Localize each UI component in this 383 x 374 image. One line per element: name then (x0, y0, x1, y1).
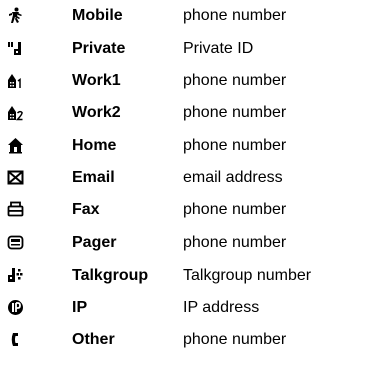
list-item-ip: IP IP address (0, 296, 383, 320)
entry-value: phone number (183, 331, 287, 348)
entry-value: Private ID (183, 40, 254, 57)
private-icon (7, 40, 24, 57)
list-item-home: Home phone number (0, 134, 383, 158)
list-item-email: Email email address (0, 166, 383, 190)
entry-value: phone number (183, 234, 287, 251)
entry-label: Email (72, 169, 115, 186)
entry-label: Talkgroup (72, 267, 149, 284)
talkgroup-icon (7, 267, 24, 284)
list-item-private: Private Private ID (0, 37, 383, 61)
fax-icon (7, 201, 24, 218)
list-item-fax: Fax phone number (0, 198, 383, 222)
list-item-other: Other phone number (0, 328, 383, 352)
work2-icon (7, 104, 24, 121)
entry-value: phone number (183, 104, 287, 121)
list-item-work2: Work2 phone number (0, 101, 383, 125)
entry-value: phone number (183, 72, 287, 89)
entry-label: Fax (72, 201, 100, 218)
entry-label: Work1 (72, 72, 121, 89)
entry-value: phone number (183, 201, 287, 218)
mobile-icon (7, 7, 24, 24)
entry-label: Private (72, 40, 126, 57)
contact-type-list: Mobile phone number Private Private ID W… (0, 0, 383, 374)
ip-icon (7, 299, 24, 316)
entry-value: phone number (183, 137, 287, 154)
email-icon (7, 169, 24, 186)
entry-label: Other (72, 331, 115, 348)
entry-value: phone number (183, 7, 287, 24)
entry-label: Mobile (72, 7, 123, 24)
other-icon (7, 331, 24, 348)
pager-icon (7, 234, 24, 251)
entry-label: Pager (72, 234, 117, 251)
home-icon (7, 137, 24, 154)
entry-label: Home (72, 137, 117, 154)
entry-label: IP (72, 299, 88, 316)
list-item-mobile: Mobile phone number (0, 4, 383, 28)
work1-icon (7, 72, 24, 89)
entry-label: Work2 (72, 104, 121, 121)
entry-value: email address (183, 169, 283, 186)
list-item-pager: Pager phone number (0, 231, 383, 255)
list-item-talkgroup: Talkgroup Talkgroup number (0, 264, 383, 288)
entry-value: Talkgroup number (183, 267, 312, 284)
list-item-work1: Work1 phone number (0, 69, 383, 93)
entry-value: IP address (183, 299, 260, 316)
